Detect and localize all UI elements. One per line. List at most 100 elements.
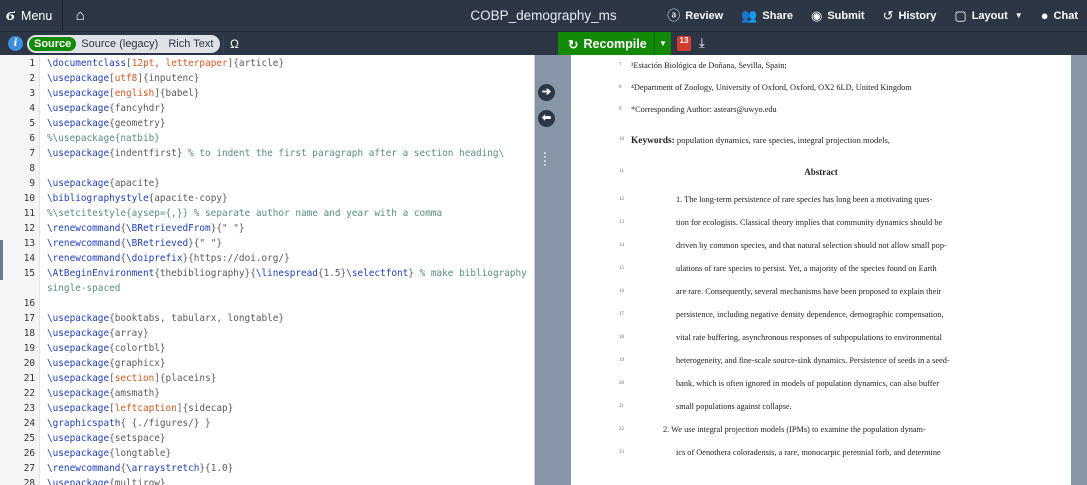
pdf-text: ics of Oenothera coloradensis, a rare, m… (676, 448, 941, 457)
code-line[interactable]: 12 \renewcommand{\BRetrievedFrom}{" "} (0, 221, 534, 236)
pdf-text: tion for ecologists. Classical theory im… (676, 218, 943, 227)
code-token: {indentfirst} (109, 148, 189, 159)
submit-button[interactable]: ◉ Submit (802, 0, 874, 31)
layout-button[interactable]: ▢ Layout ▼ (945, 0, 1031, 31)
code-token: ]{sidecap} (176, 403, 234, 414)
abstract-heading: Abstract (804, 167, 838, 177)
code-line[interactable]: 15 \AtBeginEnvironment{thebibliography}{\… (0, 266, 534, 281)
code-token: \graphicspath (47, 418, 121, 429)
home-button[interactable]: ⌂ (63, 0, 97, 31)
code-line[interactable]: 5 \usepackage{geometry} (0, 116, 534, 131)
code-line[interactable]: 14 \renewcommand{\doiprefix}{https://doi.… (0, 251, 534, 266)
code-text: \usepackage{fancyhdr} (47, 101, 166, 116)
code-line[interactable]: 27 \renewcommand{\arraystretch}{1.0} (0, 461, 534, 476)
code-line[interactable]: 28 \usepackage{multirow} (0, 476, 534, 485)
code-token: ]{placeins} (154, 373, 217, 384)
code-line[interactable]: 4 \usepackage{fancyhdr} (0, 101, 534, 116)
code-line[interactable]: 2 \usepackage[utf8]{inputenc} (0, 71, 534, 86)
info-icon[interactable]: i (8, 36, 23, 51)
pdf-text: heterogeneity, and fine-scale source-sin… (676, 356, 950, 365)
code-line[interactable]: 17 \usepackage{booktabs, tabularx, longta… (0, 311, 534, 326)
code-line[interactable]: 11 %\setcitestyle{aysep={,}} % separate a… (0, 206, 534, 221)
code-line[interactable]: 18 \usepackage{array} (0, 326, 534, 341)
pdf-line-number: 18 (619, 335, 624, 340)
code-token: \renewcommand (47, 253, 121, 264)
editor-mode-toggle: Source Source (legacy) Rich Text (27, 35, 221, 53)
code-token: \usepackage (47, 313, 110, 324)
pdf-text: ulations of rare species to persist. Yet… (676, 264, 937, 273)
sync-to-pdf-arrow-icon[interactable]: ➔ (538, 84, 555, 101)
pane-divider[interactable]: ➔ ⬅ (535, 55, 557, 485)
menu-button[interactable]: ϭ Menu (0, 0, 62, 31)
code-line[interactable]: single-spaced (0, 281, 534, 296)
code-text: \usepackage{array} (47, 326, 149, 341)
mode-source[interactable]: Source (29, 37, 77, 51)
line-number: 9 (29, 178, 35, 189)
line-number: 27 (23, 463, 35, 474)
line-number: 21 (23, 373, 35, 384)
download-pdf-icon[interactable]: ⤓ (699, 35, 705, 51)
code-line[interactable]: 21 \usepackage[section]{placeins} (0, 371, 534, 386)
recompile-options-dropdown[interactable]: ▼ (654, 32, 671, 56)
code-line[interactable]: 25 \usepackage{setspace} (0, 431, 534, 446)
line-number: 8 (29, 163, 35, 174)
chat-button[interactable]: ● Chat (1032, 0, 1087, 31)
mode-source-legacy[interactable]: Source (legacy) (76, 37, 163, 51)
symbol-palette-button[interactable]: Ω (223, 35, 245, 53)
code-token: \renewcommand (47, 463, 121, 474)
chevron-down-icon: ▼ (1014, 11, 1023, 20)
code-text: \usepackage[utf8]{inputenc} (47, 71, 199, 86)
pdf-line-number: 9 (619, 107, 622, 112)
line-number: 2 (29, 73, 35, 84)
code-token: {longtable} (109, 448, 172, 459)
code-text: \usepackage{amsmath} (47, 386, 160, 401)
resize-grip[interactable] (544, 152, 548, 166)
history-button[interactable]: ↺ History (874, 0, 946, 31)
code-token: \linespread (255, 268, 318, 279)
code-line[interactable]: 23 \usepackage[leftcaption]{sidecap} (0, 401, 534, 416)
code-text: \renewcommand{\arraystretch}{1.0} (47, 461, 233, 476)
code-text: \usepackage{geometry} (47, 116, 166, 131)
sync-to-code-arrow-icon[interactable]: ⬅ (538, 110, 555, 127)
code-line[interactable]: 22 \usepackage{amsmath} (0, 386, 534, 401)
code-token: }{" "} (210, 223, 245, 234)
mode-rich-text[interactable]: Rich Text (163, 37, 218, 51)
code-text: \usepackage{booktabs, tabularx, longtabl… (47, 311, 284, 326)
code-token: {amsmath} (109, 388, 160, 399)
code-editor[interactable]: 1 \documentclass[12pt, letterpaper]{artic… (0, 55, 535, 485)
code-line[interactable]: 6 %\usepackage{natbib} (0, 131, 534, 146)
pdf-line-number: 12 (619, 197, 624, 202)
code-text: \usepackage[english]{babel} (47, 86, 199, 101)
code-line[interactable]: 3 \usepackage[english]{babel} (0, 86, 534, 101)
code-token: section (114, 373, 155, 384)
pdf-line-number: 8 (619, 85, 622, 90)
code-text: \usepackage{setspace} (47, 431, 166, 446)
code-line[interactable]: 9 \usepackage{apacite} (0, 176, 534, 191)
code-line[interactable]: 10 \bibliographystyle{apacite-copy} (0, 191, 534, 206)
code-token: \usepackage (47, 88, 110, 99)
file-tree-toggle-handle[interactable] (0, 240, 3, 280)
pdf-line-number: 15 (619, 266, 624, 271)
review-button[interactable]: ⓐ Review (658, 0, 732, 31)
code-token: } (408, 268, 420, 279)
code-line[interactable]: 19 \usepackage{colortbl} (0, 341, 534, 356)
code-line[interactable]: 13 \renewcommand{\BRetrieved}{" "} (0, 236, 534, 251)
recompile-button[interactable]: ↻ Recompile ▼ (558, 32, 671, 56)
code-line[interactable]: 1 \documentclass[12pt, letterpaper]{artic… (0, 56, 534, 71)
share-button[interactable]: 👥 Share (732, 0, 802, 31)
logs-button[interactable]: 13 (677, 36, 691, 51)
pdf-line-number: 17 (619, 312, 624, 317)
code-text: \usepackage{apacite} (47, 176, 160, 191)
code-line[interactable]: 7 \usepackage{indentfirst} % to indent th… (0, 146, 534, 161)
pdf-preview[interactable]: 7 ³Estación Biológica de Doñana, Sevilla,… (557, 55, 1087, 485)
chat-icon: ● (1040, 8, 1049, 23)
code-line[interactable]: 20 \usepackage{graphicx} (0, 356, 534, 371)
line-number: 26 (23, 448, 35, 459)
pdf-page: 7 ³Estación Biológica de Doñana, Sevilla,… (571, 55, 1071, 485)
code-line[interactable]: 16 (0, 296, 534, 311)
code-line[interactable]: 24 \graphicspath{ {./figures/} } (0, 416, 534, 431)
code-line[interactable]: 26 \usepackage{longtable} (0, 446, 534, 461)
review-icon: ⓐ (667, 8, 681, 23)
review-label: Review (685, 9, 724, 22)
code-line[interactable]: 8 (0, 161, 534, 176)
